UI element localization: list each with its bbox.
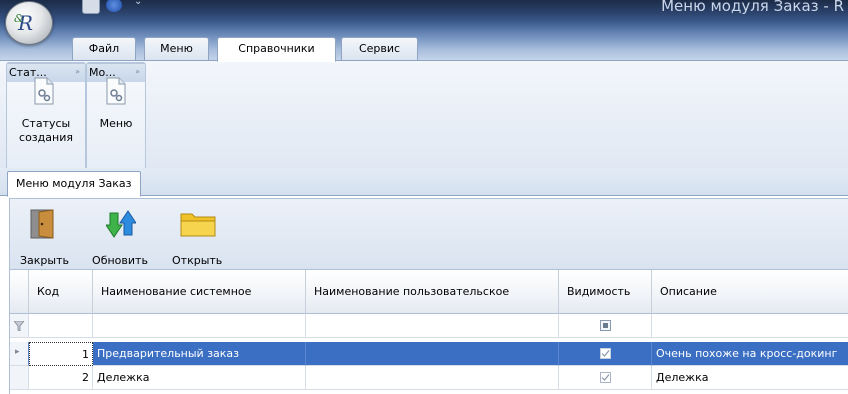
filter-icon[interactable] xyxy=(14,321,24,331)
quick-save-icon[interactable] xyxy=(82,0,100,14)
visibility-checkbox[interactable] xyxy=(600,348,611,359)
open-label: Открыть xyxy=(172,254,223,267)
tab-service[interactable]: Сервис xyxy=(341,37,418,60)
column-header-system-name[interactable]: Наименование системное xyxy=(93,270,306,314)
ribbon-group-statuses: Статусы создания Стат...» xyxy=(6,62,86,170)
close-button[interactable]: Закрыть xyxy=(20,199,69,269)
tab-directories[interactable]: Справочники xyxy=(217,37,336,62)
row-indicator[interactable] xyxy=(10,366,29,390)
filter-cell-description[interactable] xyxy=(652,314,848,338)
column-header-visibility[interactable]: Видимость xyxy=(559,270,652,314)
filter-cell-system-name[interactable] xyxy=(93,314,306,338)
filter-cell-code[interactable] xyxy=(29,314,93,338)
table-row[interactable]: ▸ 1 Предварительный заказ Очень похоже н… xyxy=(10,342,848,366)
data-grid: Код Наименование системное Наименование … xyxy=(9,270,848,394)
toolbar: Закрыть Обновить Открыть xyxy=(9,198,848,270)
refresh-label: Обновить xyxy=(92,254,148,267)
filter-row-indicator xyxy=(10,314,29,338)
group-launcher-icon[interactable]: » xyxy=(135,63,140,80)
refresh-button[interactable]: Обновить xyxy=(92,199,148,269)
svg-text:&: & xyxy=(14,12,24,25)
cell-visibility[interactable] xyxy=(559,366,652,390)
row-header-corner xyxy=(10,270,29,314)
column-header-code[interactable]: Код xyxy=(29,270,93,314)
group-launcher-icon[interactable]: » xyxy=(75,63,80,80)
filter-row xyxy=(10,314,848,338)
cell-system-name[interactable]: Дележка xyxy=(93,366,306,390)
checkmark-icon xyxy=(601,374,610,381)
door-exit-icon xyxy=(30,209,54,239)
filter-cell-visibility[interactable] xyxy=(559,314,652,338)
visibility-checkbox[interactable] xyxy=(600,372,611,383)
folder-icon xyxy=(180,213,216,237)
document-tab[interactable]: Меню модуля Заказ xyxy=(7,171,141,197)
menu-button-label: Меню xyxy=(99,117,133,130)
tab-file-label: Файл xyxy=(88,42,120,55)
row-indicator[interactable]: ▸ xyxy=(10,342,29,366)
application-menu-button[interactable]: R & xyxy=(5,1,53,45)
open-button[interactable]: Открыть xyxy=(172,199,222,269)
ribbon-group-menu: Меню Мо...» xyxy=(86,62,146,170)
tab-file[interactable]: Файл xyxy=(72,37,136,60)
cell-description[interactable]: Дележка xyxy=(652,366,848,390)
statuses-label-line1: Статусы xyxy=(21,117,71,130)
cell-user-name[interactable] xyxy=(306,342,559,366)
statuses-label-line2: создания xyxy=(19,131,73,144)
cell-description[interactable]: Очень похоже на кросс-докинг xyxy=(652,342,848,366)
quick-access-dropdown-icon[interactable]: ⌄ xyxy=(134,0,142,7)
cell-visibility[interactable] xyxy=(559,342,652,366)
statuses-button[interactable]: Статусы создания xyxy=(7,67,85,147)
app-logo-icon: R & xyxy=(14,11,33,35)
filter-cell-user-name[interactable] xyxy=(306,314,559,338)
refresh-arrows-icon xyxy=(106,210,136,238)
table-row[interactable]: 2 Дележка Дележка xyxy=(10,366,848,390)
window-title: Меню модуля Заказ - R xyxy=(661,0,844,15)
close-label: Закрыть xyxy=(20,254,69,267)
filter-checkbox[interactable] xyxy=(600,320,611,331)
tab-directories-label: Справочники xyxy=(238,42,315,55)
column-header-description[interactable]: Описание xyxy=(652,270,848,314)
tab-service-label: Сервис xyxy=(358,42,401,55)
cell-code[interactable]: 1 xyxy=(29,342,93,366)
tab-menu-label: Меню xyxy=(160,42,193,55)
cell-system-name[interactable]: Предварительный заказ xyxy=(93,342,306,366)
document-gear-icon xyxy=(34,77,54,105)
current-row-arrow-icon: ▸ xyxy=(15,347,20,357)
checkmark-icon xyxy=(601,350,610,357)
document-gear-icon xyxy=(106,77,126,105)
cell-code[interactable]: 2 xyxy=(29,366,93,390)
cell-user-name[interactable] xyxy=(306,366,559,390)
tab-menu[interactable]: Меню xyxy=(144,37,209,60)
column-header-user-name[interactable]: Наименование пользовательское xyxy=(306,270,559,314)
